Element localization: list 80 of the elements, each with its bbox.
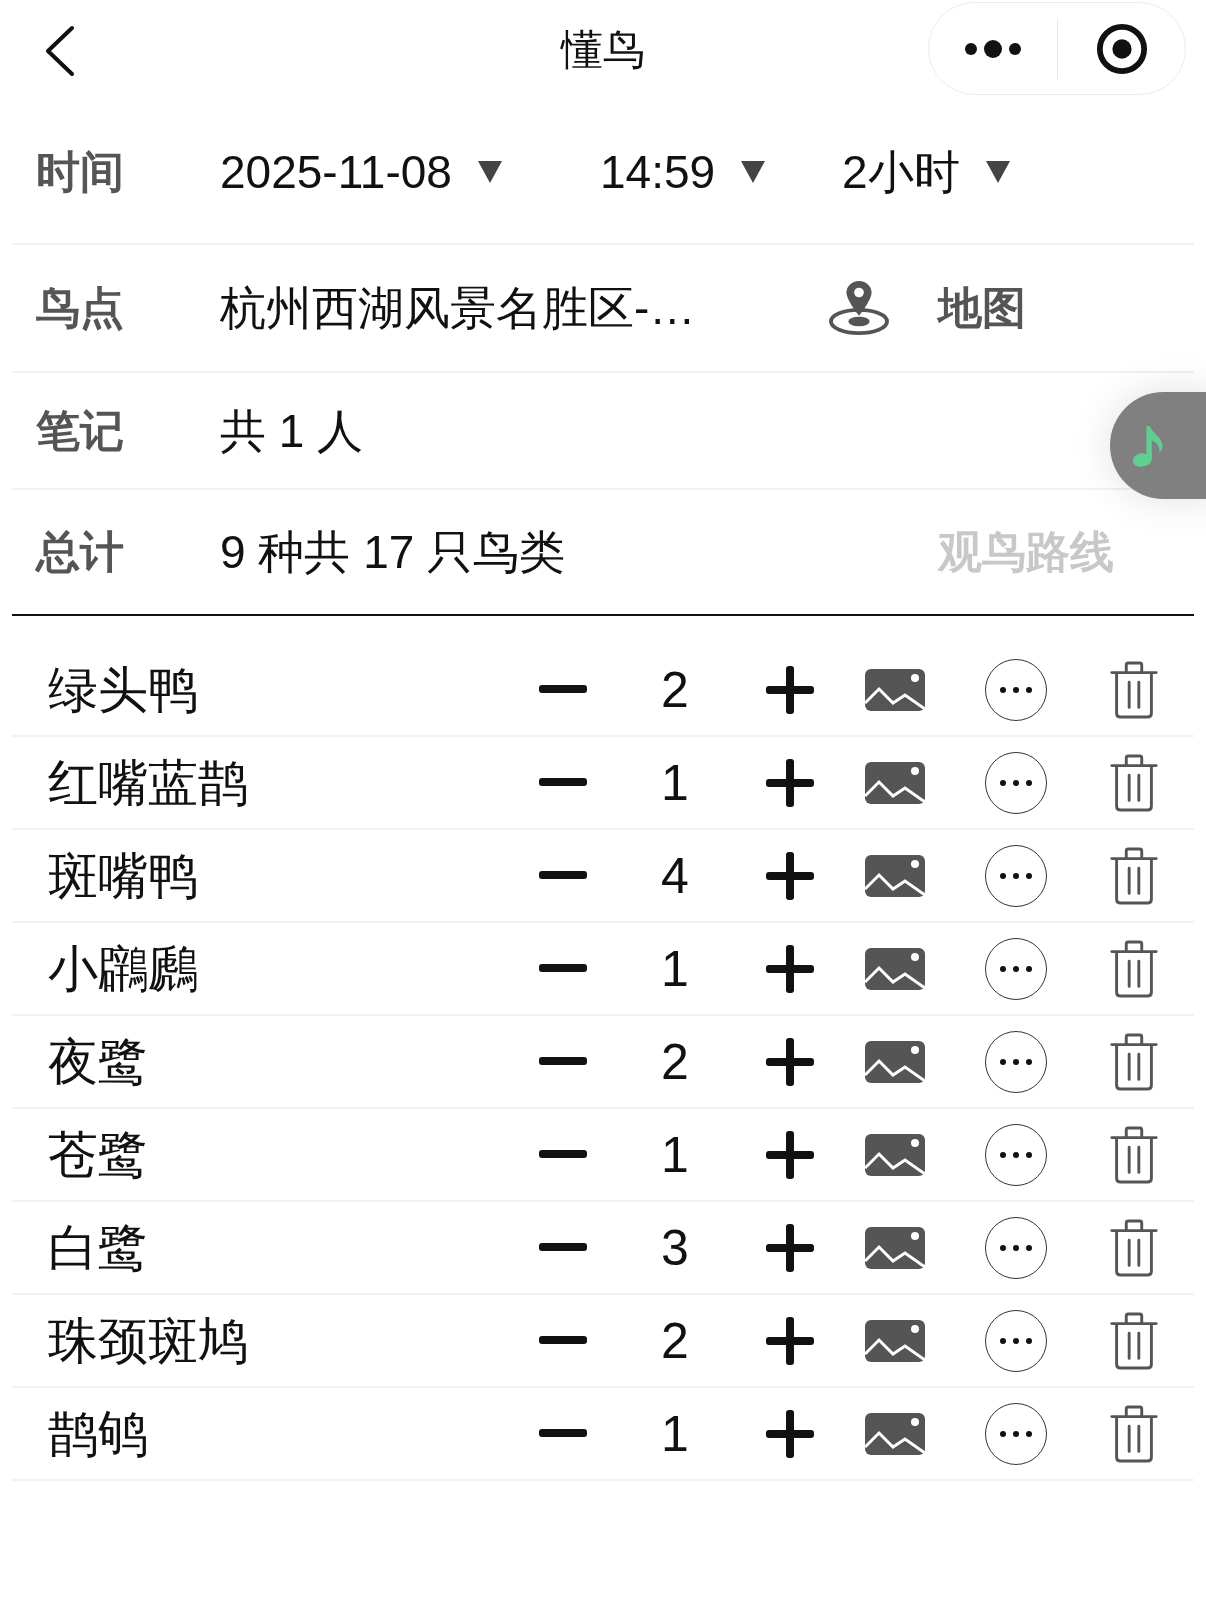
location-value: 杭州西湖风景名胜区-… <box>220 285 697 331</box>
delete-icon[interactable] <box>1109 846 1159 905</box>
notes-value: 共 1 人 <box>220 407 364 454</box>
caret-icon <box>741 160 766 183</box>
increase-button[interactable] <box>766 1037 814 1086</box>
ellipsis-icon <box>999 778 1033 787</box>
ellipsis-icon <box>999 1429 1033 1438</box>
delete-icon[interactable] <box>1109 1125 1159 1184</box>
decrease-button[interactable] <box>539 1149 587 1160</box>
decrease-button[interactable] <box>539 963 587 974</box>
photo-icon[interactable] <box>865 668 925 711</box>
bird-count: 1 <box>661 757 689 808</box>
bird-count: 2 <box>661 1036 689 1087</box>
increase-button[interactable] <box>766 851 814 900</box>
location-pin-icon[interactable] <box>828 279 890 337</box>
time-dropdown[interactable]: 14:59 <box>600 148 842 195</box>
page-title: 懂鸟 <box>561 29 645 71</box>
field-label: 总计 <box>34 530 125 574</box>
photo-icon[interactable] <box>865 1133 925 1176</box>
bird-count: 2 <box>661 1315 689 1366</box>
ellipsis-icon <box>999 1336 1033 1345</box>
bird-name: 苍鹭 <box>47 1129 149 1180</box>
delete-icon[interactable] <box>1109 939 1159 998</box>
decrease-button[interactable] <box>539 777 587 788</box>
ellipsis-icon <box>999 964 1033 973</box>
total-value: 9 种共 17 只鸟类 <box>220 529 567 575</box>
bird-count: 4 <box>661 850 689 901</box>
bird-count: 1 <box>661 1408 689 1459</box>
map-link[interactable]: 地图 <box>938 286 1026 330</box>
delete-icon[interactable] <box>1109 1311 1159 1370</box>
decrease-button[interactable] <box>539 1428 587 1439</box>
bird-count: 1 <box>661 943 689 994</box>
duration-dropdown[interactable]: 2小时 <box>842 148 1010 195</box>
delete-icon[interactable] <box>1109 753 1159 812</box>
photo-icon[interactable] <box>865 1040 925 1083</box>
photo-icon[interactable] <box>865 947 925 990</box>
ellipsis-icon <box>999 1057 1033 1066</box>
field-label: 鸟点 <box>35 286 125 330</box>
ellipsis-icon <box>999 1150 1033 1159</box>
ellipsis-icon <box>999 1243 1033 1252</box>
increase-button[interactable] <box>766 1223 814 1272</box>
field-label: 时间 <box>35 149 125 194</box>
bird-name: 红嘴蓝鹊 <box>47 757 249 808</box>
delete-icon[interactable] <box>1109 1404 1159 1463</box>
bird-name: 珠颈斑鸠 <box>47 1315 249 1366</box>
photo-icon[interactable] <box>865 1226 925 1269</box>
bird-name: 小鸊鷉 <box>47 943 199 994</box>
increase-button[interactable] <box>766 665 814 714</box>
delete-icon[interactable] <box>1109 660 1159 719</box>
increase-button[interactable] <box>766 1130 814 1179</box>
increase-button[interactable] <box>766 758 814 807</box>
bird-name: 斑嘴鸭 <box>47 850 199 901</box>
date-dropdown[interactable]: 2025-11-08 <box>220 148 600 195</box>
photo-icon[interactable] <box>865 1412 925 1455</box>
increase-button[interactable] <box>766 1316 814 1365</box>
caret-icon <box>985 160 1010 183</box>
delete-icon[interactable] <box>1109 1032 1159 1091</box>
photo-icon[interactable] <box>865 1319 925 1362</box>
bird-name: 绿头鸭 <box>47 664 199 715</box>
decrease-button[interactable] <box>539 684 587 695</box>
ellipsis-icon <box>999 871 1033 880</box>
increase-button[interactable] <box>766 1409 814 1458</box>
increase-button[interactable] <box>766 944 814 993</box>
bird-count: 1 <box>661 1129 689 1180</box>
bird-count: 3 <box>661 1222 689 1273</box>
field-label: 笔记 <box>35 408 125 453</box>
photo-icon[interactable] <box>865 761 925 804</box>
bird-name: 鹊鸲 <box>47 1408 149 1459</box>
bird-name: 白鹭 <box>47 1222 149 1273</box>
music-button[interactable] <box>1110 392 1206 499</box>
bird-name: 夜鹭 <box>47 1036 149 1087</box>
bird-count: 2 <box>661 664 689 715</box>
photo-icon[interactable] <box>865 854 925 897</box>
caret-icon <box>477 160 502 183</box>
decrease-button[interactable] <box>539 1242 587 1253</box>
ellipsis-icon <box>999 685 1033 694</box>
decrease-button[interactable] <box>539 1056 587 1067</box>
delete-icon[interactable] <box>1109 1218 1159 1277</box>
decrease-button[interactable] <box>539 870 587 881</box>
decrease-button[interactable] <box>539 1335 587 1346</box>
